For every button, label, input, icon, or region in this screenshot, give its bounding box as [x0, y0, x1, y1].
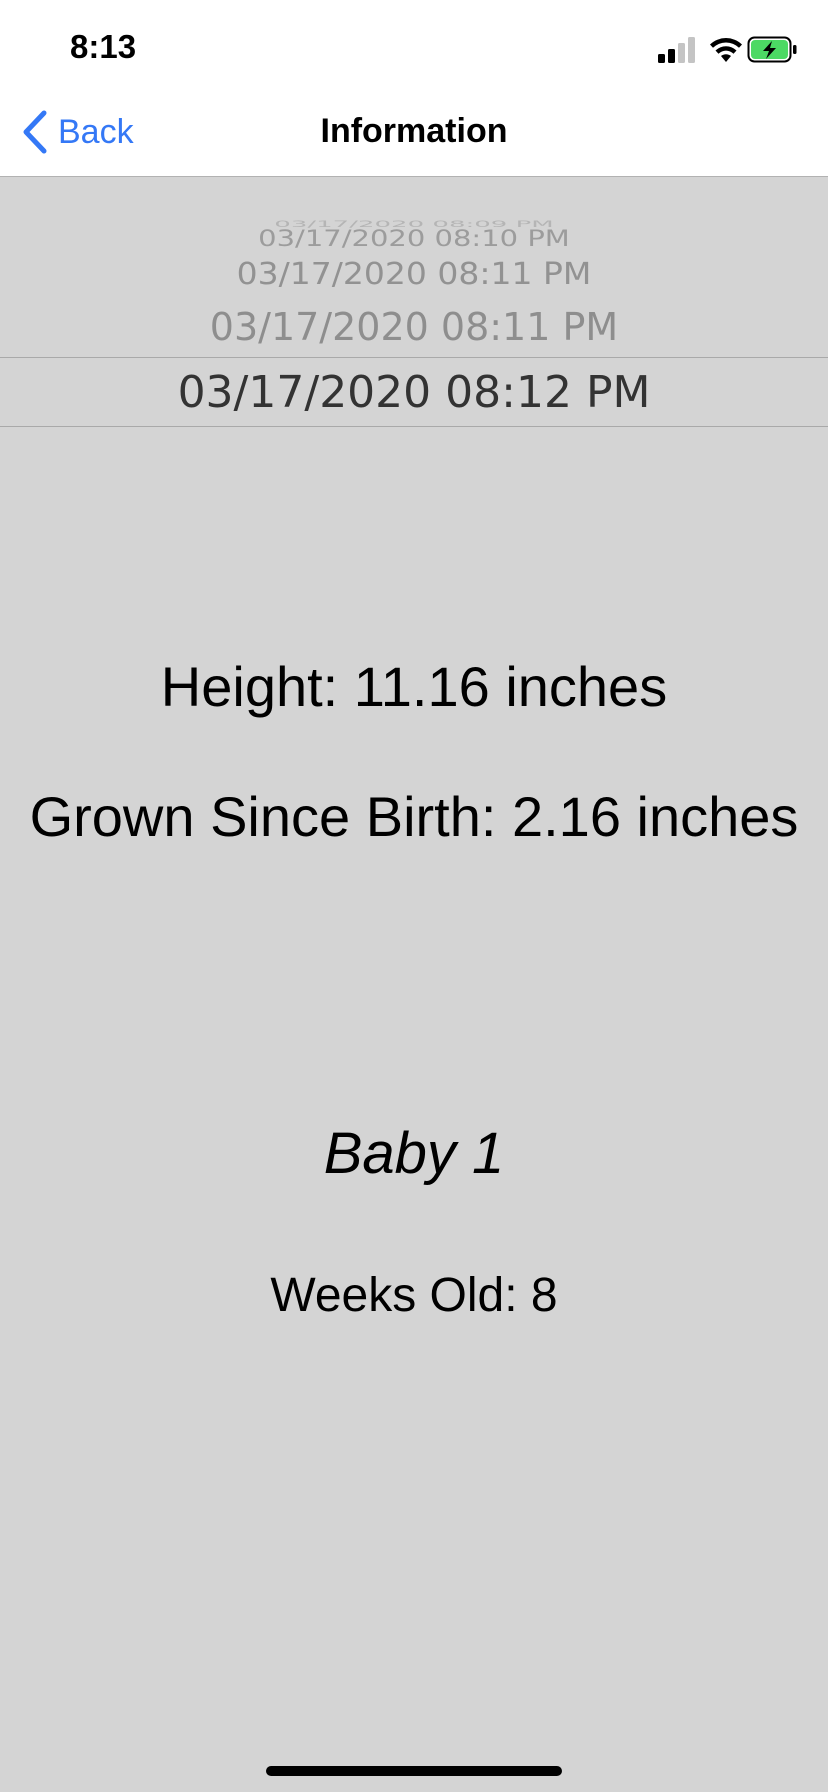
- status-icons: [658, 34, 798, 68]
- weeks-old-label: Weeks Old: 8: [270, 1269, 558, 1322]
- baby-name: Baby 1: [323, 1121, 505, 1186]
- status-time: 8:13: [70, 28, 137, 65]
- wifi-icon: [710, 38, 742, 62]
- picker-row[interactable]: 03/17/2020 08:10 PM: [0, 225, 828, 252]
- date-picker-wheel[interactable]: 03/17/2020 08:09 PM 03/17/2020 08:10 PM …: [0, 177, 828, 437]
- picker-row[interactable]: 03/17/2020 08:11 PM: [0, 305, 828, 349]
- status-bar: 8:13: [0, 0, 828, 88]
- height-label: Height: 11.16 inches: [160, 655, 668, 718]
- picker-selected-row[interactable]: 03/17/2020 08:12 PM: [0, 367, 828, 418]
- nav-bar: Back Information: [0, 88, 828, 177]
- battery-charging-icon: [747, 36, 797, 63]
- picker-row[interactable]: 03/17/2020 08:11 PM: [0, 256, 828, 292]
- page-title: Information: [320, 112, 508, 150]
- home-indicator[interactable]: [266, 1766, 562, 1776]
- grown-since-birth-label: Grown Since Birth: 2.16 inches: [29, 785, 799, 848]
- cellular-signal-icon: [658, 37, 695, 63]
